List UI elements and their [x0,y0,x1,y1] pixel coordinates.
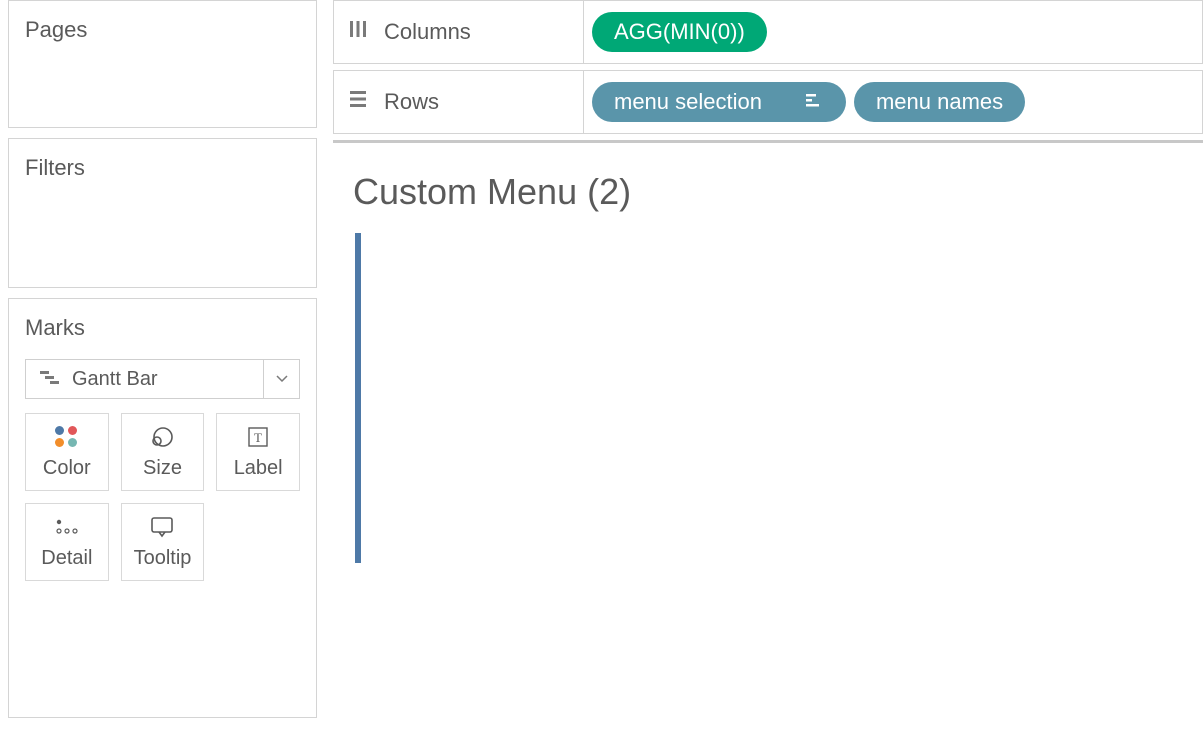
marks-size-label: Size [143,457,182,480]
columns-shelf-label-area: Columns [334,1,584,63]
size-icon [149,425,175,449]
marks-color-button[interactable]: Color [25,413,109,491]
marks-title: Marks [25,315,300,341]
left-panel: Pages Filters Marks Gantt Bar [0,0,325,752]
color-icon [55,425,78,449]
pages-title: Pages [25,17,300,43]
viz-mark-bar[interactable] [355,233,361,563]
marks-size-button[interactable]: Size [121,413,205,491]
pill-label: menu selection [614,89,762,115]
marks-tooltip-button[interactable]: Tooltip [121,503,205,581]
svg-text:T: T [254,430,262,445]
mark-type-selector[interactable]: Gantt Bar [25,359,300,399]
marks-tooltip-label: Tooltip [134,547,192,570]
pages-shelf[interactable]: Pages [8,0,317,128]
chevron-down-icon [276,375,288,383]
filters-shelf[interactable]: Filters [8,138,317,288]
marks-detail-button[interactable]: Detail [25,503,109,581]
pill-label: menu names [876,89,1003,115]
marks-label-button[interactable]: T Label [216,413,300,491]
pill-label: AGG(MIN(0)) [614,19,745,45]
gantt-bar-icon [40,368,60,391]
rows-shelf-label-area: Rows [334,71,584,133]
tooltip-icon [149,515,175,539]
marks-detail-label: Detail [41,547,92,570]
rows-label: Rows [384,89,439,115]
columns-label: Columns [384,19,471,45]
mark-type-dropdown-arrow[interactable] [263,360,299,398]
detail-icon [54,515,80,539]
marks-card: Marks Gantt Bar [8,298,317,718]
pill-menu-selection[interactable]: menu selection [592,82,846,122]
sort-icon [806,89,824,115]
sheet-title[interactable]: Custom Menu (2) [353,171,1183,213]
pill-menu-names[interactable]: menu names [854,82,1025,122]
right-panel: Columns AGG(MIN(0)) Rows [333,0,1203,752]
columns-pills-area[interactable]: AGG(MIN(0)) [584,1,1202,63]
marks-label-label: Label [234,457,283,480]
columns-shelf[interactable]: Columns AGG(MIN(0)) [333,0,1203,64]
marks-color-label: Color [43,457,91,480]
mark-type-display[interactable]: Gantt Bar [26,360,263,398]
mark-type-label: Gantt Bar [72,368,158,391]
rows-shelf[interactable]: Rows menu selection menu names [333,70,1203,134]
pill-agg-min-0[interactable]: AGG(MIN(0)) [592,12,767,52]
rows-pills-area[interactable]: menu selection menu names [584,71,1202,133]
columns-icon [348,19,368,45]
filters-title: Filters [25,155,300,181]
label-icon: T [247,425,269,449]
rows-icon [348,89,368,115]
viz-canvas[interactable]: Custom Menu (2) [333,140,1203,752]
